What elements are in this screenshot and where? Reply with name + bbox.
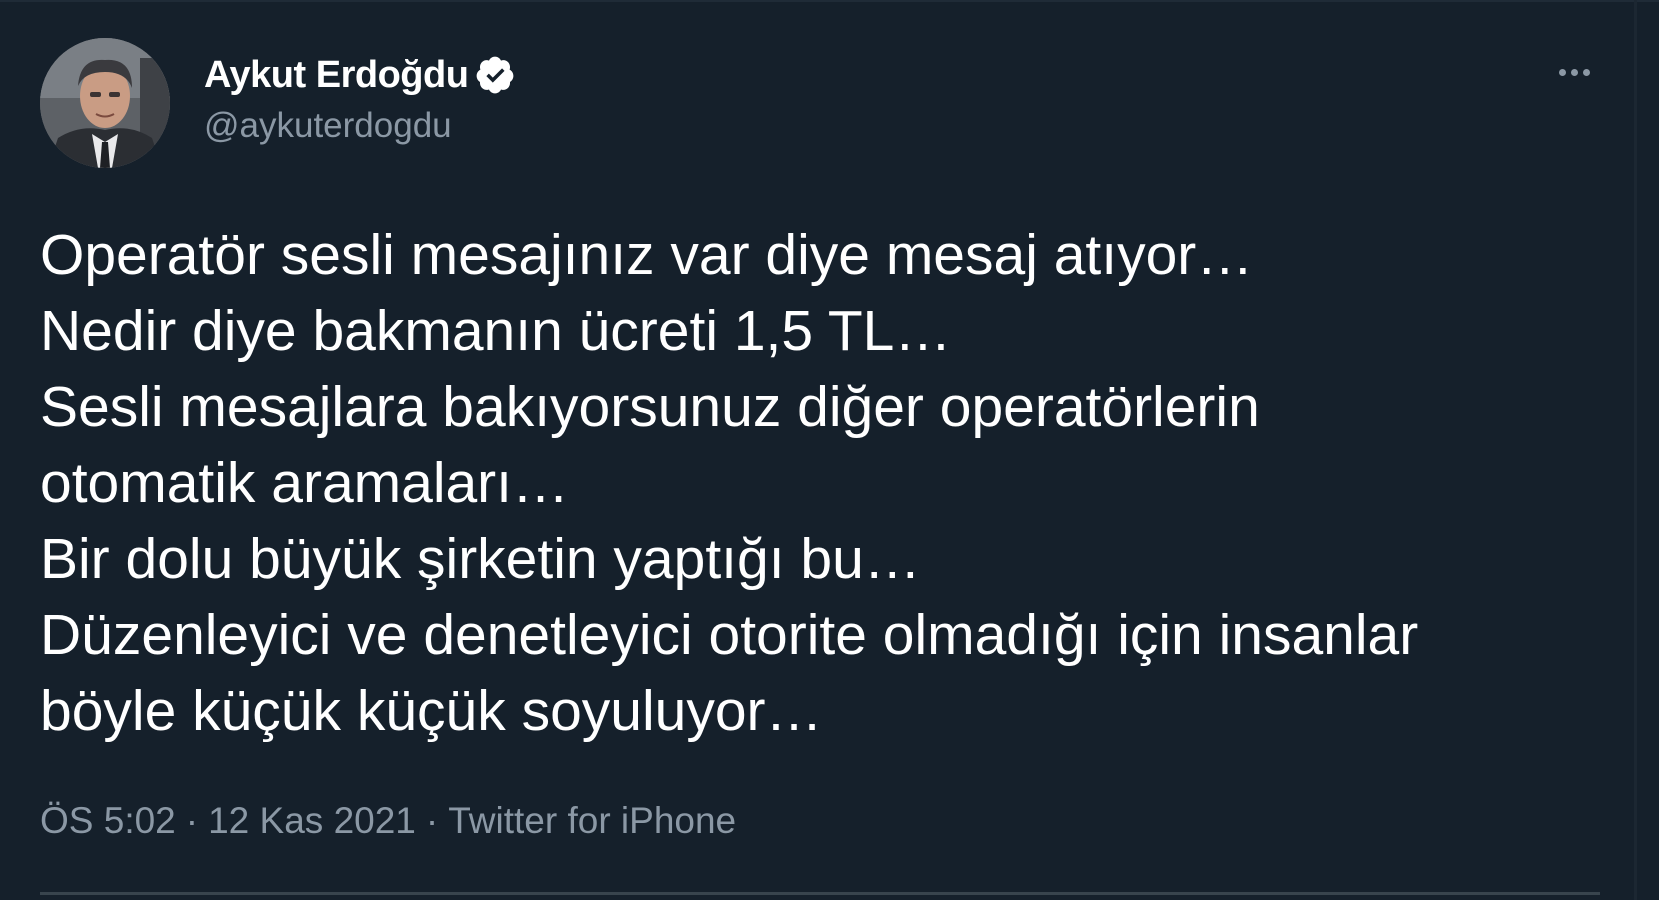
tweet-text-line: Bir dolu büyük şirketin yaptığı bu… <box>40 527 921 591</box>
tweet-date[interactable]: 12 Kas 2021 <box>208 800 416 841</box>
tweet-text-line: otomatik aramaları… <box>40 451 570 515</box>
bottom-divider <box>40 892 1600 895</box>
tweet-text-line: Sesli mesajlara bakıyorsunuz diğer opera… <box>40 375 1260 439</box>
top-divider <box>0 0 1659 2</box>
verified-badge-icon <box>474 54 516 96</box>
tweet-card: Aykut Erdoğdu @aykuterdogdu Operatör ses… <box>0 0 1659 900</box>
tweet-time[interactable]: ÖS 5:02 <box>40 800 176 841</box>
author-display-name[interactable]: Aykut Erdoğdu <box>204 54 469 97</box>
tweet-metadata: ÖS 5:02 · 12 Kas 2021 · Twitter for iPhone <box>40 800 736 842</box>
avatar-photo <box>40 38 170 168</box>
tweet-text-line: Düzenleyici ve denetleyici otorite olmad… <box>40 603 1419 667</box>
tweet-text-line: böyle küçük küçük soyuluyor… <box>40 679 823 743</box>
author-handle[interactable]: @aykuterdogdu <box>204 106 452 146</box>
meta-separator: · <box>425 800 439 841</box>
more-options-icon <box>1570 68 1578 76</box>
meta-separator: · <box>185 800 199 841</box>
more-options-button[interactable] <box>1548 54 1600 90</box>
more-options-icon <box>1582 68 1590 76</box>
more-options-icon <box>1558 68 1566 76</box>
tweet-source[interactable]: Twitter for iPhone <box>448 800 736 841</box>
tweet-text: Operatör sesli mesajınız var diye mesaj … <box>40 217 1620 749</box>
tweet-text-line: Nedir diye bakmanın ücreti 1,5 TL… <box>40 299 952 363</box>
right-edge-divider <box>1634 0 1637 900</box>
avatar[interactable] <box>40 38 170 168</box>
tweet-text-line: Operatör sesli mesajınız var diye mesaj … <box>40 223 1254 287</box>
author-name-row: Aykut Erdoğdu <box>204 50 516 100</box>
